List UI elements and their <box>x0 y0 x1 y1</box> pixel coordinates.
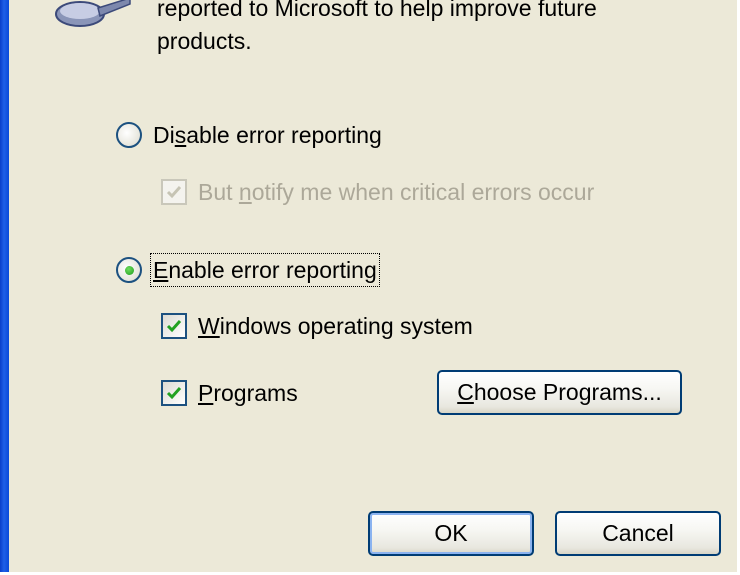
window-left-border <box>0 0 9 575</box>
checkbox-checked-disabled[interactable] <box>161 179 187 205</box>
checkmark-icon <box>166 320 182 333</box>
radio-dot-icon <box>125 266 134 275</box>
radio-selected-icon[interactable] <box>116 257 142 283</box>
cancel-button[interactable]: Cancel <box>555 511 721 556</box>
disable-error-reporting-label: Disable error reporting <box>153 122 382 148</box>
programs-label: Programs <box>198 380 298 406</box>
error-reporting-icon <box>55 0 131 27</box>
checkmark-icon <box>166 186 182 199</box>
checkmark-icon <box>166 387 182 400</box>
intro-line-1: reported to Microsoft to help improve fu… <box>157 0 597 21</box>
ok-button[interactable]: OK <box>368 511 534 556</box>
windows-os-label: Windows operating system <box>198 313 473 339</box>
intro-description: reported to Microsoft to help improve fu… <box>157 0 717 58</box>
notify-critical-errors-label: But notify me when critical errors occur <box>198 179 595 205</box>
enable-error-reporting-label: Enable error reporting <box>150 253 380 287</box>
checkbox-checked[interactable] <box>161 313 187 339</box>
intro-line-2: products. <box>157 28 252 54</box>
checkbox-checked[interactable] <box>161 380 187 406</box>
radio-unselected-icon[interactable] <box>116 122 142 148</box>
choose-programs-button[interactable]: Choose Programs... <box>437 370 682 415</box>
